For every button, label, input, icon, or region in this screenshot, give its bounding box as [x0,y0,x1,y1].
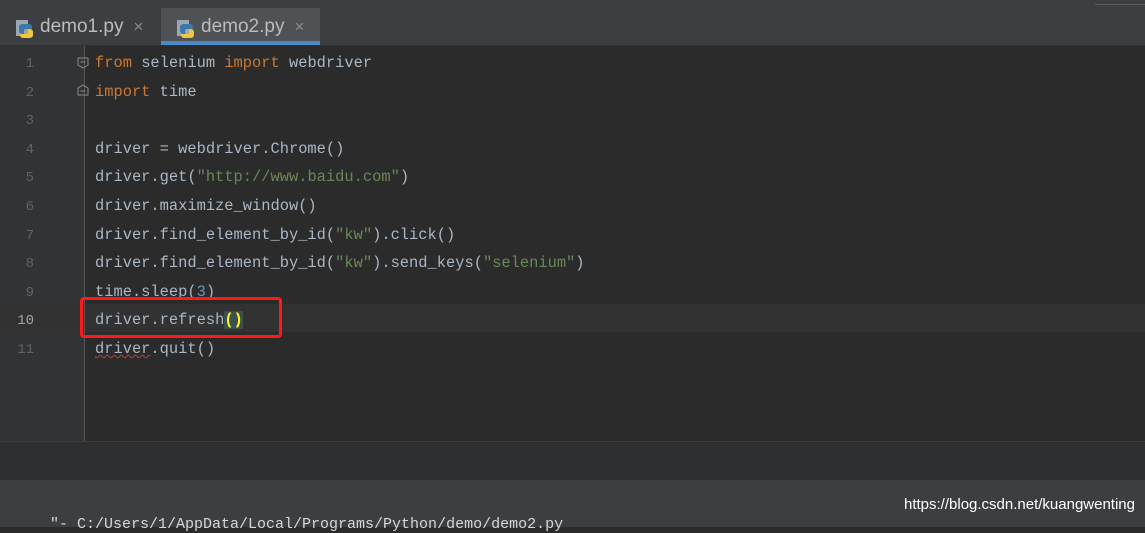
code-line: import time [95,83,197,101]
gutter-separator [84,46,85,441]
code-line: driver.get("http://www.baidu.com") [95,168,409,186]
code-token: selenium [131,54,225,72]
code-token: driver = webdriver.Chrome() [95,139,345,158]
code-token: import [224,54,280,72]
code-token: "http://www.baidu.com" [196,168,400,187]
code-token: driver.find_element_by_id( [95,225,336,244]
code-line: driver = webdriver.Chrome() [95,140,344,158]
line-number: 11 [17,342,34,358]
tool-panel [0,441,1145,481]
line-number: 2 [25,84,34,101]
code-editor[interactable]: 1 from selenium import webdriver 2 import t… [0,46,1145,441]
line-number: 10 [17,313,34,330]
line-number: 1 [25,56,34,72]
code-token: "selenium" [482,254,576,273]
fold-end-icon[interactable] [77,84,89,96]
code-line: driver.maximize_window() [95,197,317,215]
close-icon[interactable]: × [294,17,304,37]
code-token: driver.find_element_by_id( [95,254,336,273]
watermark: https://blog.csdn.net/kuangwenting [904,496,1135,513]
python-file-icon [177,19,194,38]
code-line: driver.quit() [95,340,215,358]
code-token: time [150,82,197,101]
highlight-annotation-box [80,297,282,338]
line-number: 9 [25,284,34,301]
code-token: ).send_keys( [372,254,483,273]
code-token: "kw" [335,225,373,244]
code-token: ) [399,168,410,187]
fold-start-icon[interactable] [77,57,89,69]
code-line: driver.find_element_by_id("kw").click() [95,226,455,244]
code-token: "kw" [335,254,373,273]
code-line: from selenium import webdriver [95,54,372,72]
code-token: import [95,82,151,101]
code-token: ).click() [372,225,456,244]
run-path-text: "- C:/Users/1/AppData/Local/Programs/Pyt… [50,516,564,533]
tab-label: demo2.py [201,15,285,37]
code-token: webdriver [279,54,373,72]
window-edge [1095,0,1145,5]
code-token: driver [95,340,151,358]
python-file-icon [16,19,33,38]
tab-demo2[interactable]: demo2.py × [161,8,320,45]
close-icon[interactable]: × [133,17,143,37]
line-number: 5 [25,170,34,187]
code-token: ) [575,254,585,273]
editor-tab-bar: demo1.py × demo2.py × [0,8,1145,46]
line-number: 4 [25,141,34,158]
line-number: 7 [25,227,34,244]
code-line: driver.find_element_by_id("kw").send_key… [95,254,585,272]
line-number: 3 [25,113,34,130]
code-token: from [95,54,132,72]
code-token: .quit() [150,340,216,358]
active-tab-indicator [161,41,320,45]
tab-demo1[interactable]: demo1.py × [0,8,158,45]
code-token: driver.get( [95,168,197,187]
tab-label: demo1.py [40,15,124,37]
code-token: driver.maximize_window() [95,197,317,215]
window-top-strip [0,0,1145,8]
line-number: 6 [25,199,34,215]
line-number: 8 [25,256,34,273]
